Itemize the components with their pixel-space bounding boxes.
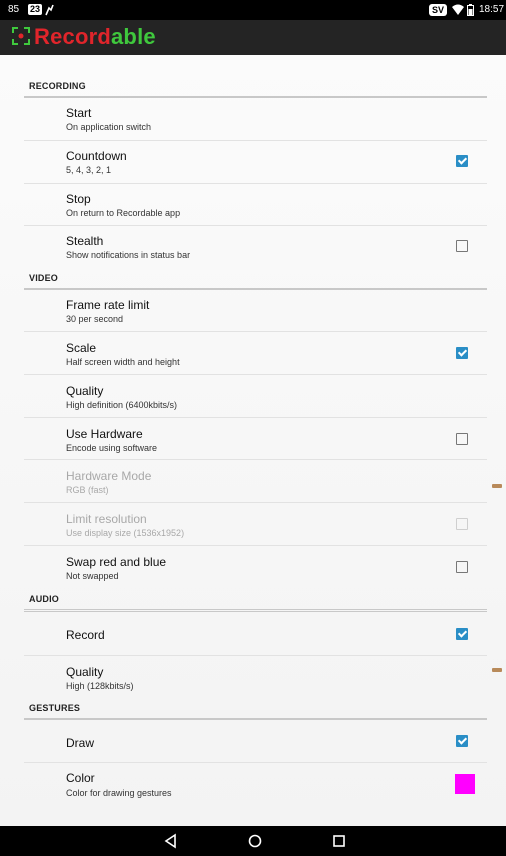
recordable-logo-icon [12, 27, 30, 45]
scale-checkbox[interactable] [456, 347, 468, 359]
pref-video-quality[interactable]: Quality High definition (6400kbits/s) [24, 375, 487, 418]
pref-color[interactable]: Color Color for drawing gestures [24, 763, 487, 807]
pref-limit-resolution: Limit resolution Use display size (1536x… [24, 503, 487, 546]
pref-swap-red-blue[interactable]: Swap red and blue Not swapped [24, 546, 487, 589]
color-swatch[interactable] [455, 774, 475, 794]
pref-scale[interactable]: Scale Half screen width and height [24, 332, 487, 375]
pref-hardware-mode: Hardware Mode RGB (fast) [24, 460, 487, 503]
scroll-indicator[interactable] [492, 484, 502, 488]
use-hardware-checkbox[interactable] [456, 433, 468, 445]
draw-checkbox[interactable] [456, 735, 468, 747]
category-recording: RECORDING [24, 76, 487, 98]
pref-stealth[interactable]: Stealth Show notifications in status bar [24, 226, 487, 269]
battery-icon [467, 0, 474, 20]
home-circle-icon[interactable] [247, 833, 263, 849]
app-bar: Recordable [0, 20, 506, 55]
pref-frame-rate-limit[interactable]: Frame rate limit 30 per second [24, 290, 487, 332]
navigation-bar [0, 826, 506, 856]
pref-draw[interactable]: Draw [24, 720, 487, 763]
category-video: VIDEO [24, 268, 487, 290]
wifi-icon [452, 0, 464, 20]
app-title: Recordable [34, 24, 156, 49]
pref-record[interactable]: Record [24, 612, 487, 656]
category-audio: AUDIO [24, 589, 487, 612]
calendar-badge-icon: 23 [28, 4, 43, 15]
pref-start[interactable]: Start On application switch [24, 98, 487, 141]
stealth-checkbox[interactable] [456, 240, 468, 252]
pref-use-hardware[interactable]: Use Hardware Encode using software [24, 418, 487, 460]
preferences-list: RECORDING Start On application switch Co… [0, 55, 506, 826]
pref-countdown[interactable]: Countdown 5, 4, 3, 2, 1 [24, 141, 487, 184]
back-triangle-icon[interactable] [163, 833, 179, 849]
category-gestures: GESTURES [24, 698, 487, 720]
notification-icon [45, 0, 54, 20]
pref-audio-quality[interactable]: Quality High (128kbits/s) [24, 656, 487, 699]
record-checkbox[interactable] [456, 628, 468, 640]
language-badge: SV [429, 4, 448, 16]
scroll-indicator[interactable] [492, 668, 502, 672]
swap-red-blue-checkbox[interactable] [456, 561, 468, 573]
pref-stop[interactable]: Stop On return to Recordable app [24, 184, 487, 226]
status-time: 18:57 [479, 4, 505, 15]
limit-resolution-checkbox [456, 518, 468, 530]
countdown-checkbox[interactable] [456, 155, 468, 167]
status-bar: 85 23 SV 18:57 [0, 0, 506, 20]
recents-square-icon[interactable] [331, 833, 347, 849]
status-number: 85 [8, 4, 20, 15]
